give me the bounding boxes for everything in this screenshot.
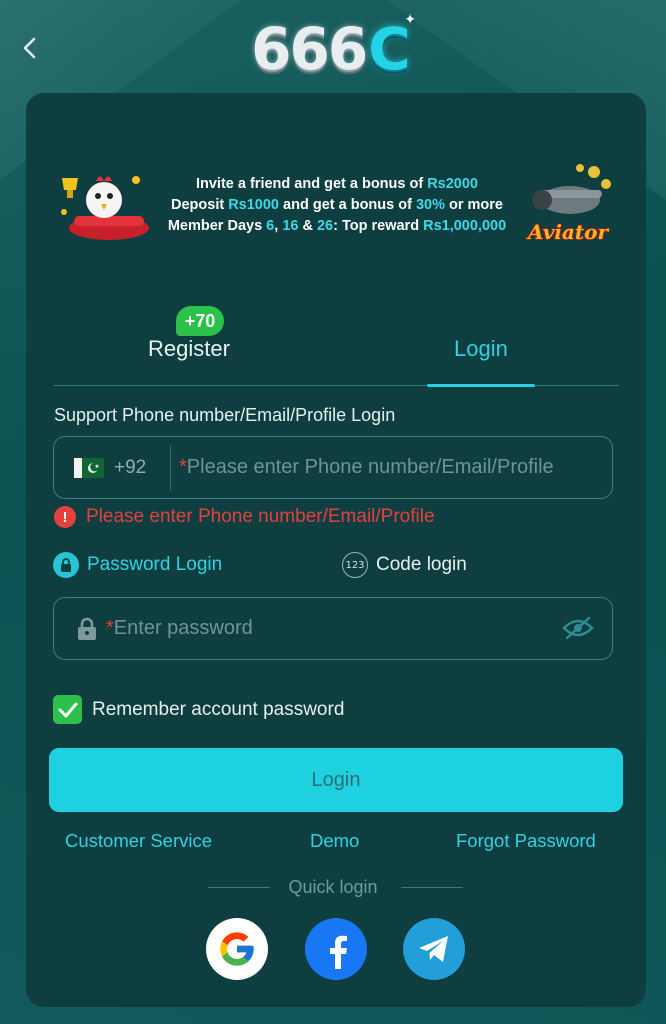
chevron-left-icon	[23, 37, 36, 59]
code-login-label: Code login	[376, 554, 467, 575]
account-input[interactable]: *Please enter Phone number/Email/Profile	[179, 456, 554, 479]
lock-icon	[78, 617, 96, 640]
password-input-box[interactable]: *Enter password	[53, 597, 613, 660]
brand-logo: 666 C ✦	[230, 12, 430, 84]
aviator-illustration: Aviator	[520, 150, 620, 260]
input-divider	[170, 444, 171, 491]
telegram-login-button[interactable]	[403, 918, 465, 980]
telegram-icon	[419, 936, 448, 962]
logo-digits: 666	[251, 15, 368, 83]
country-code-selector[interactable]: +92	[114, 457, 170, 479]
forgot-password-link[interactable]: Forgot Password	[456, 830, 596, 852]
pakistan-flag-icon	[74, 457, 104, 478]
logo-letter: C	[368, 15, 411, 83]
active-tab-indicator	[427, 384, 535, 387]
demo-link[interactable]: Demo	[310, 830, 359, 852]
promo-line-2: Deposit Rs1000 and get a bonus of 30% or…	[171, 196, 503, 213]
remember-password-toggle[interactable]: Remember account password	[53, 695, 344, 724]
auth-tabs: +70 Register Login	[54, 300, 619, 387]
code-login-option[interactable]: 123 Code login	[342, 552, 467, 578]
tab-register[interactable]: Register	[148, 336, 230, 362]
promo-banner[interactable]: Invite a friend and get a bonus of Rs200…	[54, 150, 620, 260]
account-error-message: ! Please enter Phone number/Email/Profil…	[54, 506, 435, 528]
account-field-label: Support Phone number/Email/Profile Login	[54, 405, 396, 425]
sparkle-icon: ✦	[404, 12, 416, 28]
error-text: Please enter Phone number/Email/Profile	[86, 506, 435, 527]
aviator-logo-text: Aviator	[528, 220, 608, 244]
password-input[interactable]: *Enter password	[106, 617, 253, 640]
tab-login[interactable]: Login	[454, 336, 508, 362]
back-button[interactable]	[14, 32, 46, 64]
chicken-plane-illustration	[54, 150, 154, 260]
register-bonus-badge: +70	[176, 306, 224, 336]
promo-line-3: Member Days 6, 16 & 26: Top reward Rs1,0…	[167, 217, 507, 234]
password-login-label: Password Login	[87, 554, 223, 575]
password-login-option[interactable]: Password Login	[53, 552, 222, 578]
google-icon	[220, 932, 254, 966]
google-login-button[interactable]	[206, 918, 268, 980]
lock-icon	[53, 552, 79, 578]
error-icon: !	[54, 506, 76, 528]
checkbox-checked-icon[interactable]	[53, 695, 82, 724]
facebook-login-button[interactable]	[305, 918, 367, 980]
quick-login-title: Quick login	[288, 877, 378, 897]
login-button[interactable]: Login	[49, 748, 623, 812]
promo-text: Invite a friend and get a bonus of Rs200…	[154, 174, 520, 237]
promo-line-1: Invite a friend and get a bonus of Rs200…	[195, 175, 478, 192]
account-input-box[interactable]: +92 *Please enter Phone number/Email/Pro…	[53, 436, 613, 499]
remember-label: Remember account password	[92, 698, 345, 720]
divider-line	[401, 887, 463, 888]
eye-off-icon[interactable]	[562, 616, 594, 640]
customer-service-link[interactable]: Customer Service	[65, 830, 212, 852]
facebook-icon	[330, 935, 347, 969]
numeric-code-icon: 123	[342, 552, 368, 578]
